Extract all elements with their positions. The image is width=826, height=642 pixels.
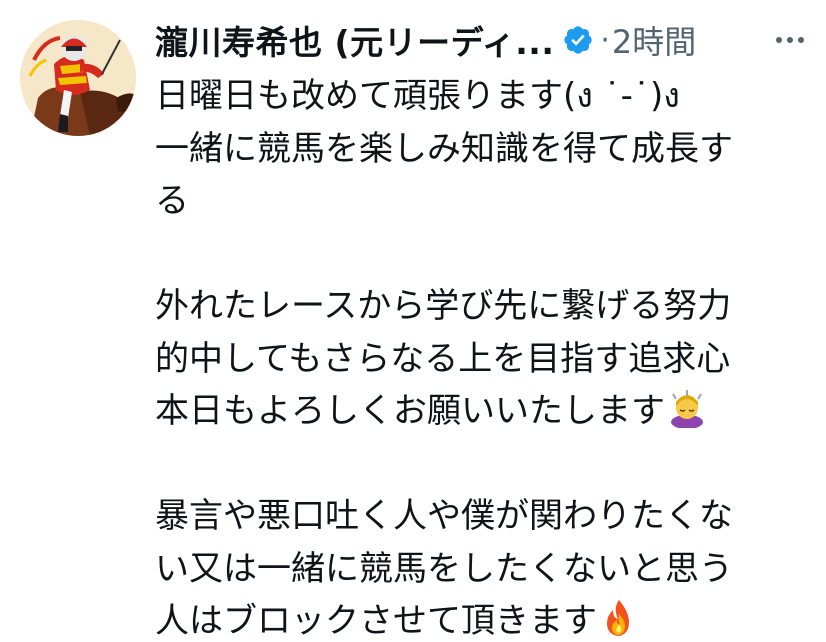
fire-emoji [599, 598, 639, 638]
post-text-line: 人はブロックさせて頂きます [155, 601, 597, 641]
avatar[interactable] [20, 20, 136, 136]
post-text-line: 日曜日も改めて頑張ります(ง ˙-˙)ง [155, 76, 680, 116]
jockey-on-horse-avatar [20, 20, 136, 136]
post-text-line: 外れたレースから学び先に繋げる努力 [155, 286, 732, 326]
post-text-line: 的中してもさらなる上を目指す追求心 [155, 338, 731, 379]
post-text-line: 暴言や悪口吐く人や僕が関わりたくな [155, 496, 733, 536]
verified-badge-icon [562, 24, 594, 56]
post-text-line: 本日もよろしくお願いいたします [155, 391, 665, 431]
separator-dot: · [600, 22, 610, 58]
post-text-line: 一緒に競馬を楽しみ知識を得て成長す [155, 128, 733, 169]
post-text-line-with-emoji: 本日もよろしくお願いいたします [155, 385, 815, 438]
post-text-line: る [155, 181, 189, 221]
post-timestamp[interactable]: 2時間 [612, 17, 696, 63]
post-text-line-with-emoji: 人はブロックさせて頂きます [155, 595, 815, 642]
post-text: 日曜日も改めて頑張ります(ง ˙-˙)ง 一緒に競馬を楽しみ知識を得て成長す る… [155, 70, 815, 642]
more-horizontal-icon[interactable] [770, 20, 810, 60]
author-display-name[interactable]: 瀧川寿希也 (元リーディ... [155, 16, 554, 64]
person-bowing-emoji [667, 388, 707, 428]
post-text-line: い又は一緒に競馬をしたくないと思う [155, 548, 733, 589]
post-header: 瀧川寿希也 (元リーディ... · 2時間 [155, 16, 810, 64]
